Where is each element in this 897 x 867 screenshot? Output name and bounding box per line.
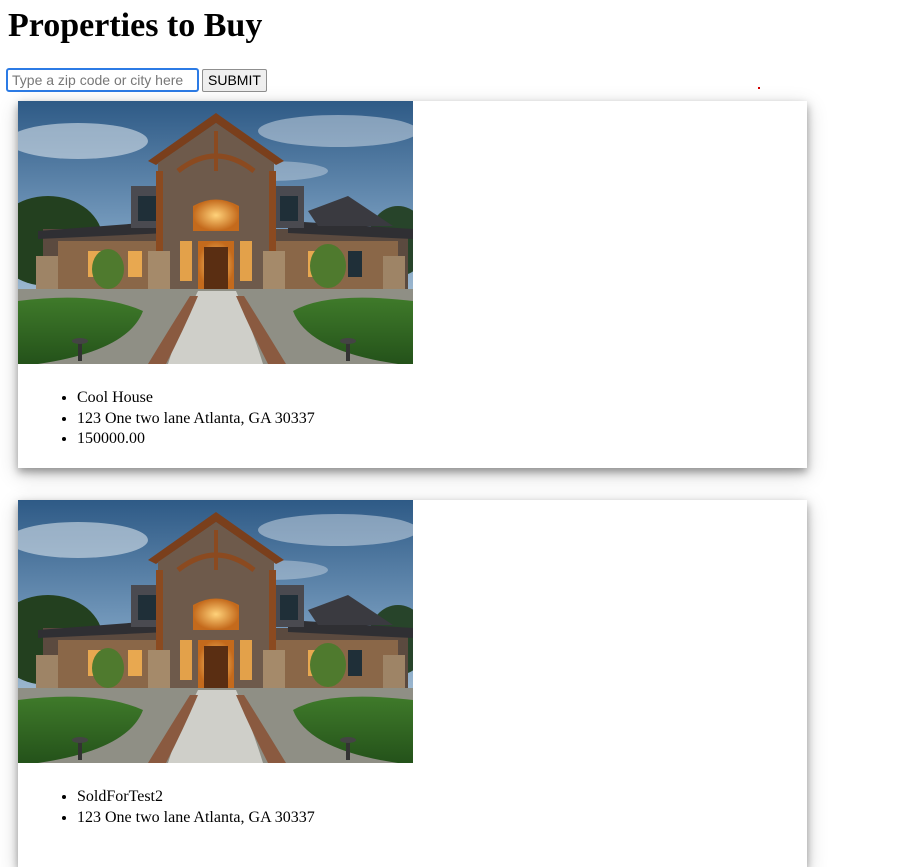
listing-address: 123 One two lane Atlanta, GA 30337 — [77, 409, 807, 430]
listing-address: 123 One two lane Atlanta, GA 30337 — [77, 808, 807, 829]
search-input[interactable] — [6, 68, 199, 92]
listing-card: SoldForTest2 123 One two lane Atlanta, G… — [18, 500, 807, 867]
house-photo[interactable] — [18, 500, 413, 763]
listing-details: SoldForTest2 123 One two lane Atlanta, G… — [18, 787, 807, 828]
listing-details: Cool House 123 One two lane Atlanta, GA … — [18, 388, 807, 450]
house-photo[interactable] — [18, 101, 413, 364]
search-form: SUBMIT — [6, 68, 267, 92]
listing-name: Cool House — [77, 388, 807, 409]
submit-button[interactable]: SUBMIT — [202, 68, 267, 92]
listing-card: Cool House 123 One two lane Atlanta, GA … — [18, 101, 807, 468]
listing-name: SoldForTest2 — [77, 787, 807, 808]
marker-dot — [758, 87, 760, 89]
page-title: Properties to Buy — [8, 7, 263, 44]
listing-price: 150000.00 — [77, 429, 807, 450]
